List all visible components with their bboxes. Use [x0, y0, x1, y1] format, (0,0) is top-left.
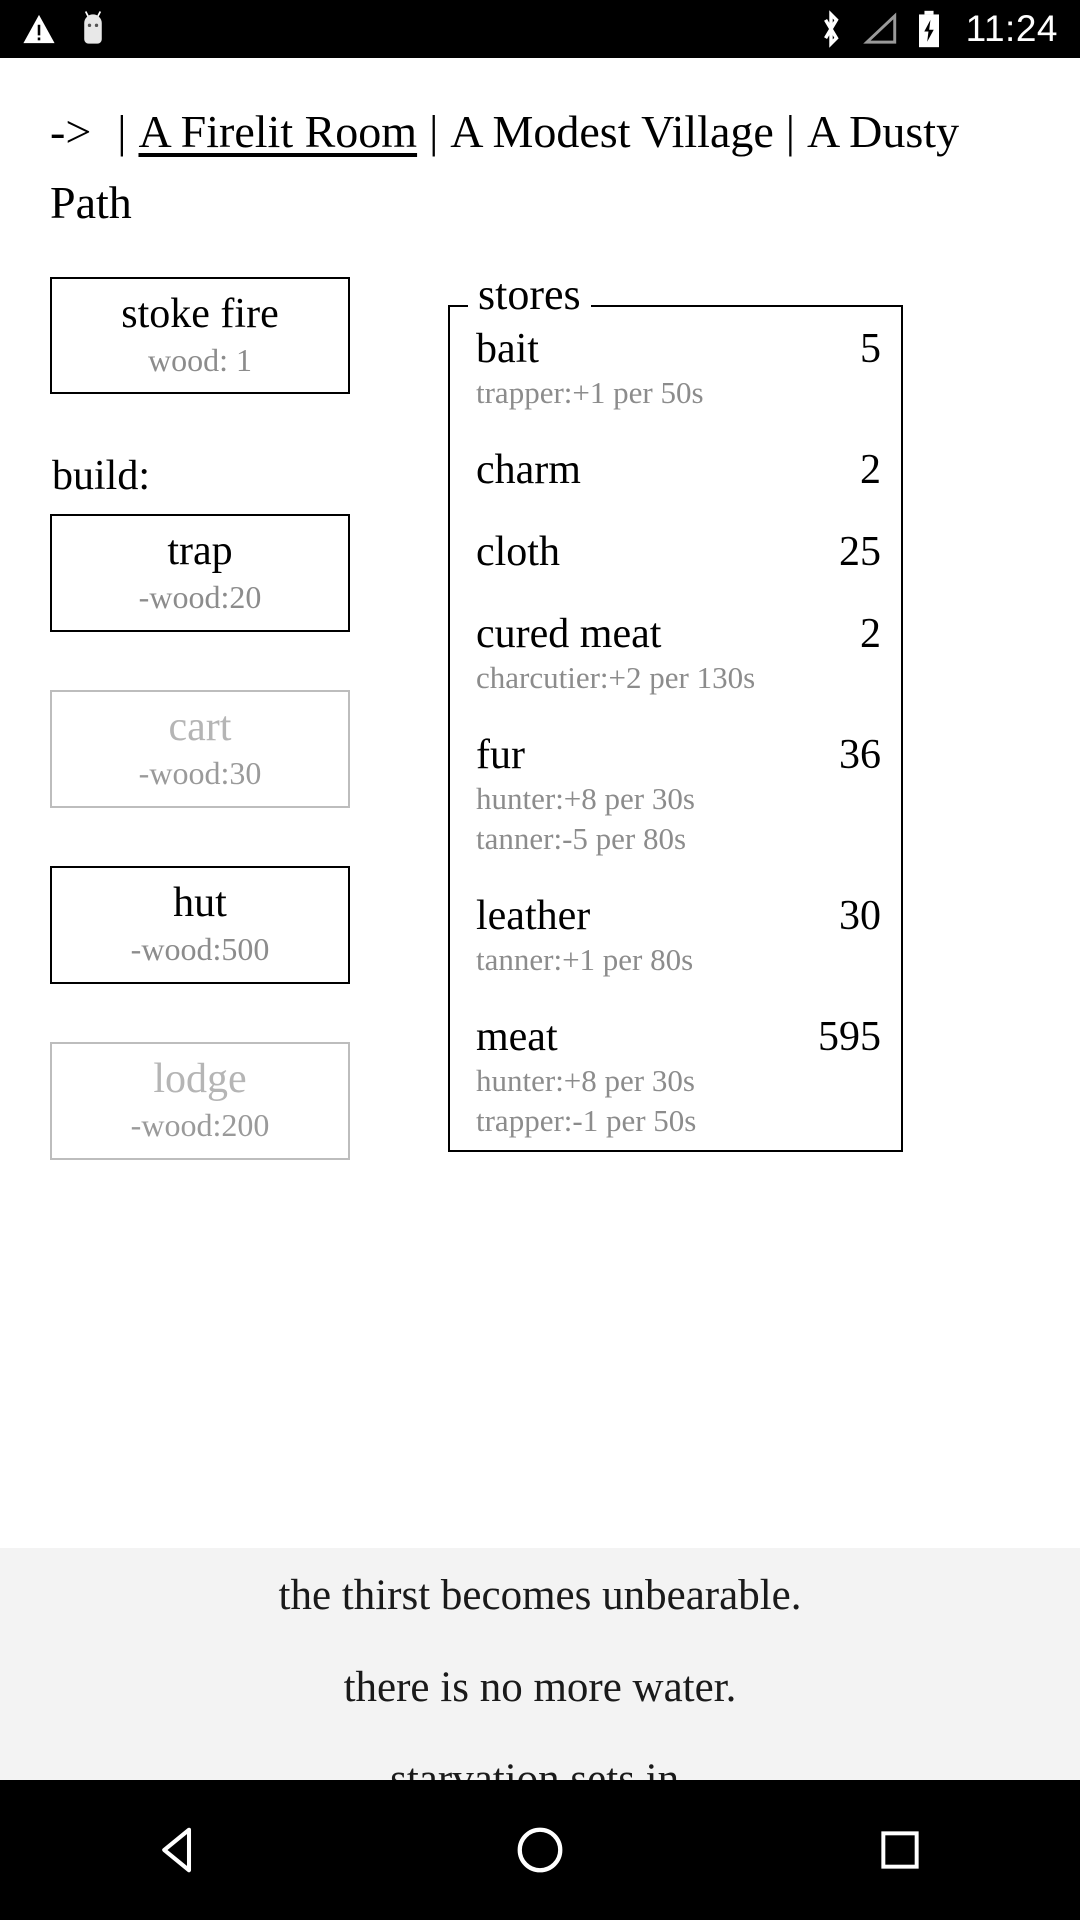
store-item: charm 2: [476, 446, 881, 494]
cellular-signal-icon: [862, 12, 898, 46]
store-item: bait 5 trapper:+1 per 50s: [476, 325, 881, 412]
store-value: 2: [860, 610, 881, 657]
build-lodge-button[interactable]: lodge -wood:200: [50, 1041, 350, 1160]
build-cart-cost: -wood:30: [138, 755, 262, 792]
build-lodge-label: lodge: [153, 1055, 247, 1102]
build-trap-button[interactable]: trap -wood:20: [50, 514, 350, 633]
status-bar-right-icons: 11:24: [818, 8, 1058, 50]
home-button[interactable]: [470, 1780, 610, 1920]
stores-legend: stores: [468, 272, 591, 317]
build-hut-button[interactable]: hut -wood:500: [50, 866, 350, 984]
status-bar-clock: 11:24: [965, 8, 1058, 49]
store-item: cloth 25: [476, 528, 881, 576]
store-value: 36: [839, 732, 881, 779]
notification-line: the thirst becomes unbearable.: [278, 1572, 802, 1619]
build-lodge-cost: -wood:200: [130, 1106, 270, 1143]
build-cart-label: cart: [168, 704, 232, 751]
home-circle-icon: [513, 1823, 567, 1877]
build-hut-cost: -wood:500: [130, 931, 270, 968]
store-name: meat: [476, 1014, 558, 1061]
store-note: tanner:-5 per 80s: [476, 820, 687, 856]
store-row: cured meat 2: [476, 610, 881, 658]
back-triangle-icon: [153, 1823, 207, 1877]
store-value: 595: [818, 1014, 881, 1061]
store-note: charcutier:+2 per 130s: [476, 659, 756, 695]
store-item: cured meat 2 charcutier:+2 per 130s: [476, 610, 881, 697]
build-trap-label: trap: [167, 528, 233, 575]
notification-line: there is no more water.: [343, 1664, 737, 1711]
location-nav: -> | A Firelit Room | A Modest Village | A Dus…: [0, 58, 1080, 239]
store-value: 30: [839, 893, 881, 940]
status-bar-left-icons: [22, 10, 108, 48]
android-navigation-bar: [0, 1780, 1080, 1920]
build-trap-cost: -wood:20: [138, 579, 262, 616]
actions-column: stoke fire wood: 1 build: trap -wood:20 …: [50, 276, 360, 1218]
main-columns: stoke fire wood: 1 build: trap -wood:20 …: [0, 272, 1080, 1218]
nav-link-a-firelit-room[interactable]: A Firelit Room: [138, 106, 417, 157]
store-item: fur 36 hunter:+8 per 30s tanner:-5 per 8…: [476, 731, 881, 858]
store-note: trapper:+1 per 50s: [476, 374, 704, 410]
android-robot-icon: [78, 10, 108, 48]
stoke-fire-cost: wood: 1: [148, 341, 252, 378]
store-name: bait: [476, 325, 539, 372]
build-cart-button[interactable]: cart -wood:30: [50, 690, 350, 809]
recents-square-icon: [875, 1825, 925, 1875]
store-note: hunter:+8 per 30s: [476, 1063, 695, 1099]
nav-arrow-label: ->: [50, 106, 92, 157]
nav-link-a-modest-village[interactable]: A Modest Village: [450, 106, 773, 157]
store-row: bait 5: [476, 325, 881, 373]
stoke-fire-button[interactable]: stoke fire wood: 1: [50, 276, 350, 395]
back-button[interactable]: [110, 1780, 250, 1920]
store-row: meat 595: [476, 1013, 881, 1061]
bluetooth-icon: [818, 9, 844, 49]
store-name: charm: [476, 446, 581, 493]
store-item: leather 30 tanner:+1 per 80s: [476, 892, 881, 979]
store-name: cloth: [476, 528, 560, 575]
android-status-bar: 11:24: [0, 0, 1080, 58]
build-hut-label: hut: [173, 880, 227, 927]
store-row: leather 30: [476, 892, 881, 940]
stoke-fire-label: stoke fire: [121, 290, 279, 337]
battery-charging-icon: [916, 9, 942, 49]
nav-separator: |: [785, 106, 795, 157]
build-section-label: build:: [52, 453, 151, 500]
store-note: trapper:-1 per 50s: [476, 1102, 697, 1138]
store-row: cloth 25: [476, 528, 881, 576]
store-name: cured meat: [476, 610, 662, 657]
store-value: 25: [839, 528, 881, 575]
store-row: fur 36: [476, 731, 881, 779]
store-value: 2: [860, 446, 881, 493]
store-name: fur: [476, 732, 525, 779]
store-note: hunter:+8 per 30s: [476, 781, 695, 817]
warning-triangle-icon: [22, 13, 56, 45]
nav-separator: |: [429, 106, 439, 157]
game-viewport: -> | A Firelit Room | A Modest Village | A Dus…: [0, 58, 1080, 1858]
store-note: tanner:+1 per 80s: [476, 942, 694, 978]
recents-button[interactable]: [830, 1780, 970, 1920]
stores-column: stores bait 5 trapper:+1 per 50s charm 2: [448, 272, 903, 1153]
store-item: meat 595 hunter:+8 per 30s trapper:-1 pe…: [476, 1013, 881, 1140]
store-row: charm 2: [476, 446, 881, 494]
store-name: leather: [476, 893, 591, 940]
store-value: 5: [860, 325, 881, 372]
stores-panel: stores bait 5 trapper:+1 per 50s charm 2: [448, 272, 903, 1153]
nav-separator: |: [117, 106, 127, 157]
